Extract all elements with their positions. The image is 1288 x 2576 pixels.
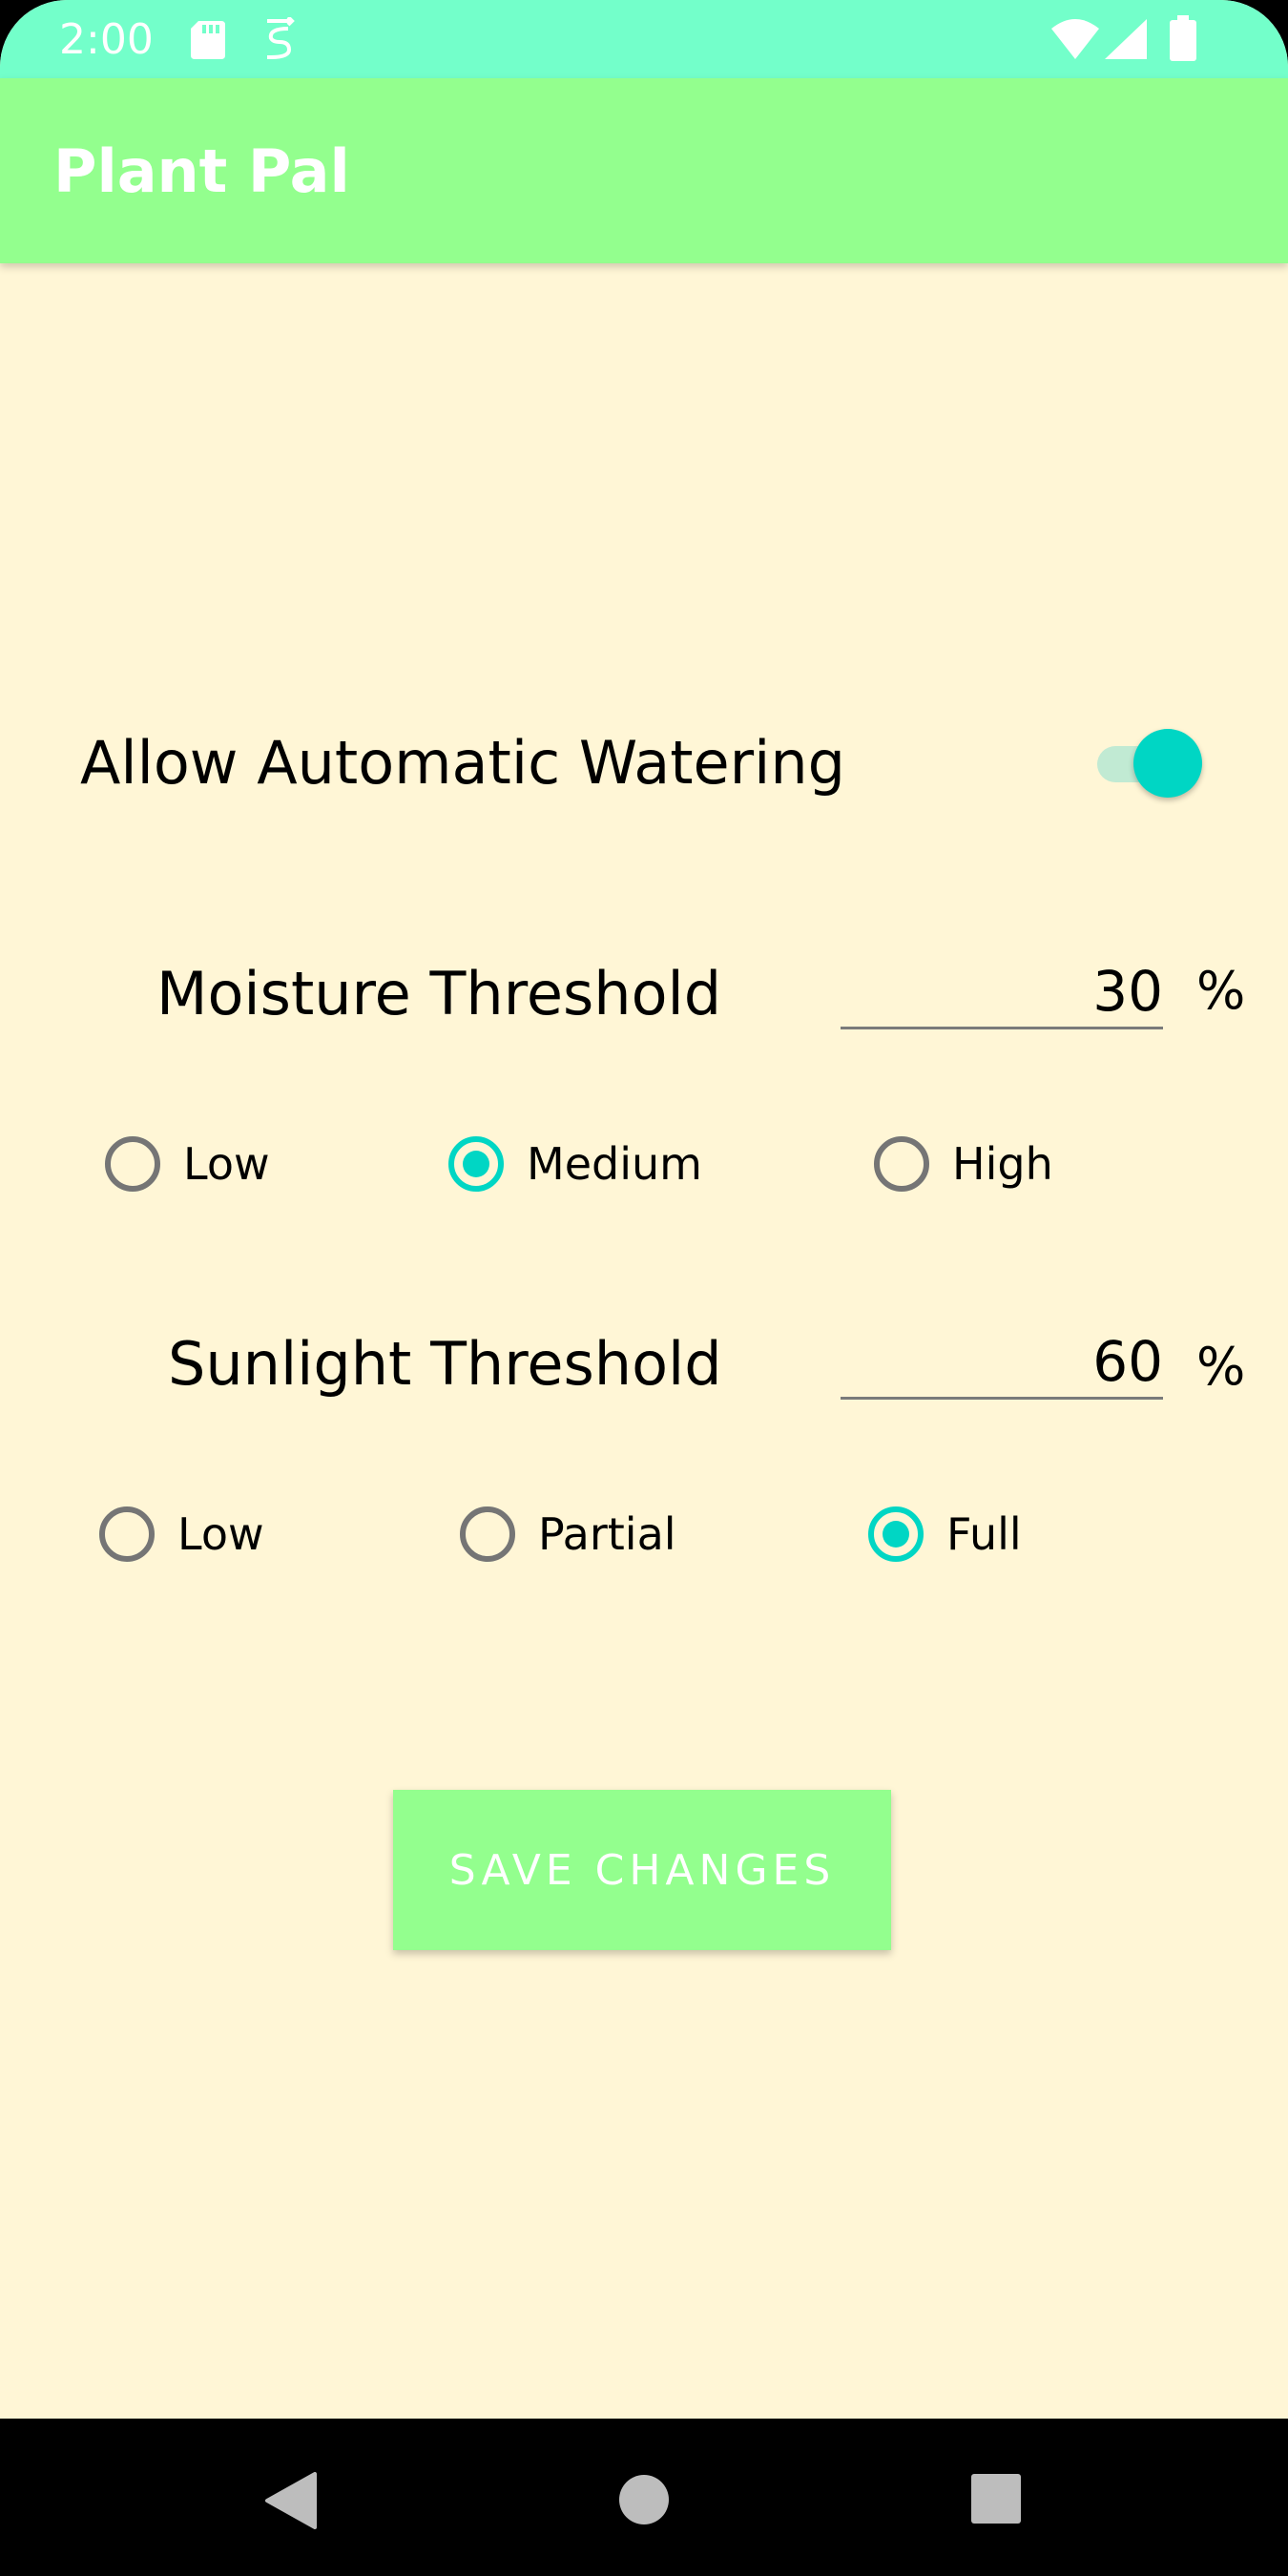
save-changes-button[interactable]: SAVE CHANGES xyxy=(393,1790,891,1950)
moisture-radio-high-indicator xyxy=(874,1136,929,1192)
moisture-radio-low-indicator xyxy=(105,1136,160,1192)
auto-watering-switch[interactable] xyxy=(1095,725,1202,798)
sunlight-radio-full-indicator xyxy=(868,1506,924,1562)
sunlight-radio-full-label: Full xyxy=(946,1508,1022,1560)
signal-icon xyxy=(1105,19,1147,59)
app-title: Plant Pal xyxy=(53,136,350,206)
moisture-radio-group: Low Medium High xyxy=(0,1135,1288,1212)
wifi-icon xyxy=(1051,19,1099,59)
sunlight-radio-low[interactable]: Low xyxy=(99,1506,264,1563)
sunlight-radio-partial[interactable]: Partial xyxy=(460,1506,676,1563)
sunlight-threshold-input[interactable]: 60 xyxy=(841,1330,1163,1400)
sunlight-radio-low-label: Low xyxy=(177,1508,264,1560)
screen: 2:00 Plant Pal Allow Automatic Watering xyxy=(0,0,1288,2576)
sunlight-unit: % xyxy=(1196,1337,1246,1397)
battery-icon xyxy=(1170,15,1196,61)
sunlight-radio-full[interactable]: Full xyxy=(868,1506,1022,1563)
moisture-threshold-label: Moisture Threshold xyxy=(156,959,722,1028)
moisture-radio-medium-indicator xyxy=(448,1136,504,1192)
moisture-threshold-input[interactable]: 30 xyxy=(841,960,1163,1029)
sunlight-radio-group: Low Partial Full xyxy=(0,1506,1288,1582)
back-icon[interactable] xyxy=(265,2472,317,2529)
home-icon[interactable] xyxy=(618,2474,670,2525)
moisture-unit: % xyxy=(1196,961,1246,1021)
moisture-radio-low-label: Low xyxy=(183,1138,270,1190)
sd-card-icon xyxy=(191,21,225,59)
sync-icon xyxy=(267,17,295,59)
navigation-bar xyxy=(0,2419,1288,2576)
moisture-radio-high-label: High xyxy=(952,1138,1053,1190)
recents-icon[interactable] xyxy=(971,2474,1021,2524)
sunlight-radio-partial-label: Partial xyxy=(538,1508,676,1560)
status-bar: 2:00 xyxy=(0,0,1288,78)
sunlight-threshold-label: Sunlight Threshold xyxy=(168,1329,722,1399)
moisture-radio-high[interactable]: High xyxy=(874,1135,1053,1193)
sunlight-radio-partial-indicator xyxy=(460,1506,515,1562)
auto-watering-label: Allow Automatic Watering xyxy=(80,728,846,798)
moisture-radio-medium[interactable]: Medium xyxy=(448,1135,702,1193)
moisture-radio-medium-label: Medium xyxy=(527,1138,702,1190)
moisture-radio-low[interactable]: Low xyxy=(105,1135,270,1193)
sunlight-radio-low-indicator xyxy=(99,1506,155,1562)
switch-thumb xyxy=(1133,729,1202,798)
status-time: 2:00 xyxy=(59,15,154,64)
